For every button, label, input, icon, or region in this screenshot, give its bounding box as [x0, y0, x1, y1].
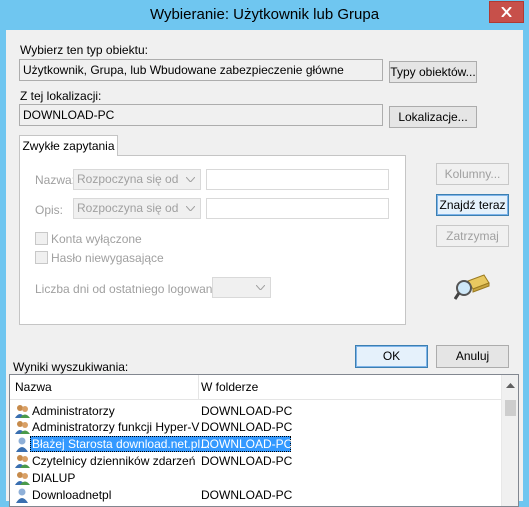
disabled-accounts-label: Konta wyłączone [51, 232, 142, 246]
object-types-button[interactable]: Typy obiektów... [389, 61, 477, 83]
row-folder: DOWNLOAD-PC [201, 488, 293, 502]
name-input[interactable] [206, 169, 389, 190]
group-icon [15, 405, 30, 418]
row-name: DIALUP [32, 471, 76, 485]
scroll-up-arrow-icon[interactable] [506, 383, 515, 388]
row-name: Błażej Starosta download.net.pl... [32, 437, 211, 451]
row-name: Czytelnicy dzienników zdarzeń [32, 454, 196, 468]
group-icon [15, 421, 30, 434]
search-results-list[interactable]: Nazwa W folderze Administratorzy DOWNLOA… [9, 374, 519, 507]
row-name: Administratorzy [32, 404, 115, 418]
location-field: DOWNLOAD-PC [19, 104, 383, 126]
tab-common-queries[interactable]: Zwykłe zapytania [19, 135, 118, 156]
find-now-button[interactable]: Znajdź teraz [436, 194, 509, 216]
object-type-field: Użytkownik, Grupa, lub Wbudowane zabezpi… [19, 59, 383, 81]
search-icon [454, 274, 490, 300]
table-row[interactable]: Administratorzy funkcji Hyper-V DOWNLOAD… [10, 419, 502, 435]
chevron-down-icon [186, 177, 195, 182]
ok-button[interactable]: OK [355, 345, 428, 368]
table-row-selected[interactable]: Błażej Starosta download.net.pl... DOWNL… [10, 436, 502, 452]
days-since-logon-label: Liczba dni od ostatniego logowania: [35, 282, 226, 296]
column-header-folder[interactable]: W folderze [201, 375, 258, 399]
name-label: Nazwa: [35, 173, 76, 187]
title-bar[interactable]: Wybieranie: Użytkownik lub Grupa [0, 0, 529, 30]
row-name: Administratorzy funkcji Hyper-V [32, 420, 200, 434]
user-icon [16, 488, 28, 503]
row-folder: DOWNLOAD-PC [201, 437, 293, 451]
description-mode-select[interactable]: Rozpoczyna się od [73, 198, 201, 219]
description-label: Opis: [35, 203, 64, 217]
location-label: Z tej lokalizacji: [20, 89, 102, 103]
locations-button[interactable]: Lokalizacje... [389, 106, 477, 128]
chevron-down-icon [256, 285, 265, 290]
row-folder: DOWNLOAD-PC [201, 454, 293, 468]
window-title: Wybieranie: Użytkownik lub Grupa [149, 6, 380, 23]
group-icon [15, 472, 30, 485]
columns-button[interactable]: Kolumny... [436, 163, 509, 185]
description-input[interactable] [206, 198, 389, 219]
vertical-scrollbar[interactable] [501, 375, 518, 506]
object-type-label: Wybierz ten typ obiektu: [20, 43, 148, 57]
table-row[interactable]: Administratorzy DOWNLOAD-PC [10, 403, 502, 419]
row-folder: DOWNLOAD-PC [201, 420, 293, 434]
non-expiring-password-label: Hasło niewygasające [51, 251, 164, 265]
days-since-logon-select[interactable] [212, 277, 271, 298]
row-name: Downloadnetpl [32, 488, 112, 502]
user-icon [16, 437, 28, 452]
description-mode-value: Rozpoczyna się od [77, 201, 179, 215]
name-mode-value: Rozpoczyna się od [77, 172, 179, 186]
column-header-name[interactable]: Nazwa [15, 375, 52, 399]
table-row[interactable]: DIALUP [10, 470, 502, 486]
non-expiring-password-checkbox[interactable] [35, 251, 48, 264]
search-results-label: Wyniki wyszukiwania: [13, 360, 129, 374]
disabled-accounts-checkbox[interactable] [35, 232, 48, 245]
row-folder: DOWNLOAD-PC [201, 404, 293, 418]
scroll-thumb[interactable] [505, 400, 516, 416]
results-header: Nazwa W folderze [10, 375, 502, 400]
close-button[interactable] [489, 1, 524, 23]
group-icon [15, 455, 30, 468]
stop-button[interactable]: Zatrzymaj [436, 225, 509, 247]
chevron-down-icon [186, 206, 195, 211]
name-mode-select[interactable]: Rozpoczyna się od [73, 169, 201, 190]
table-row[interactable]: Downloadnetpl DOWNLOAD-PC [10, 487, 502, 503]
close-icon [501, 7, 512, 17]
cancel-button[interactable]: Anuluj [436, 345, 509, 368]
table-row[interactable]: Czytelnicy dzienników zdarzeń DOWNLOAD-P… [10, 453, 502, 469]
